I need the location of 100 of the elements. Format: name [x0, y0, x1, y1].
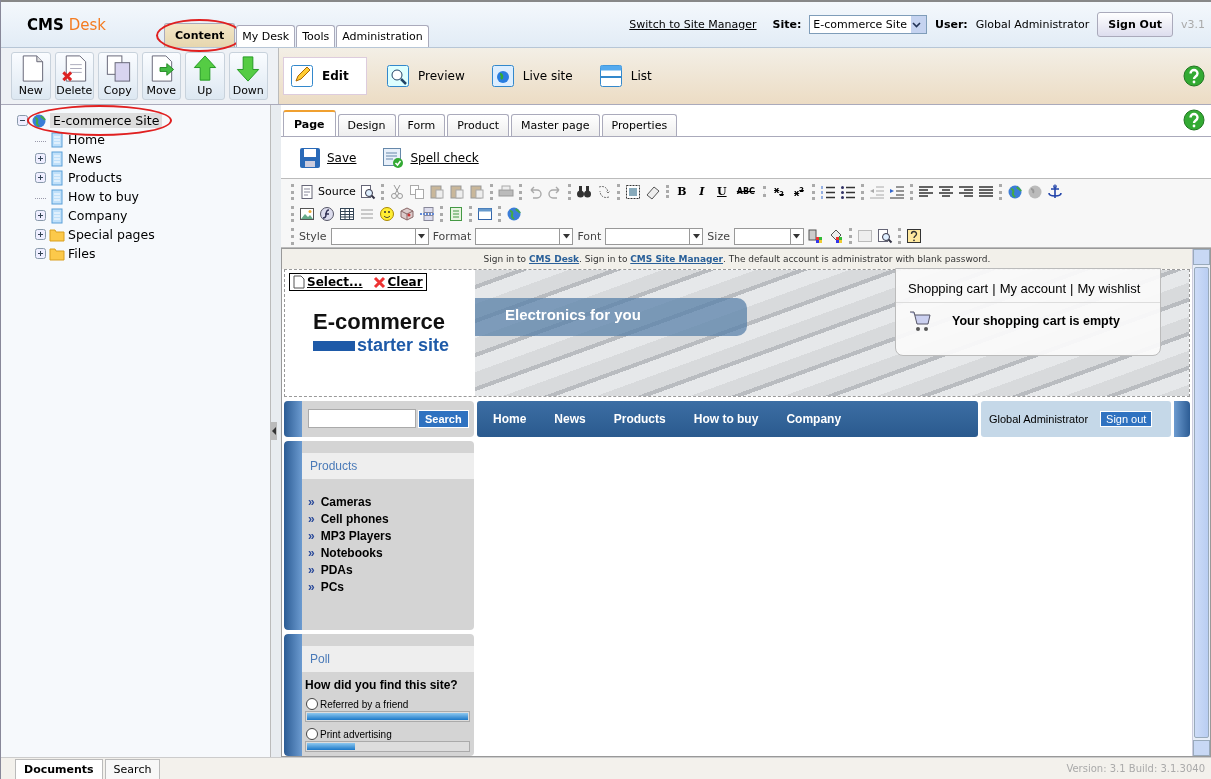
align-justify-icon[interactable] [977, 183, 994, 200]
select-field[interactable] [330, 227, 429, 245]
help-icon[interactable] [1183, 65, 1205, 87]
expand-icon[interactable] [35, 229, 46, 240]
menu-item[interactable]: Home [493, 411, 527, 426]
page-tab[interactable]: Form [397, 114, 446, 136]
nav-tab[interactable]: Content [164, 23, 236, 47]
tree-item[interactable]: News [68, 151, 102, 166]
anchor-icon[interactable] [1046, 183, 1063, 200]
binoculars-icon[interactable] [575, 183, 592, 200]
page-tab[interactable]: Page [283, 110, 336, 136]
nav-tab[interactable]: Administration [336, 25, 429, 47]
template-icon[interactable] [448, 206, 464, 222]
panel-tab[interactable]: Documents [15, 759, 103, 779]
format-button[interactable]: B [673, 185, 690, 199]
view-button[interactable]: List [591, 57, 659, 95]
notice-link[interactable]: CMS Site Manager [630, 254, 724, 264]
toolbar-button[interactable]: Delete [54, 52, 94, 100]
menu-item[interactable]: Products [613, 411, 666, 426]
sign-out-button[interactable]: Sign Out [1097, 12, 1173, 37]
product-link[interactable]: PCs [320, 580, 345, 594]
smiley-icon[interactable] [379, 206, 395, 222]
toolbar-button[interactable]: Down [228, 52, 268, 100]
table-icon[interactable] [339, 206, 355, 222]
cart-link[interactable]: My account [999, 281, 1067, 296]
help-icon[interactable] [1183, 109, 1205, 131]
window-icon[interactable] [477, 206, 493, 222]
panel-tab[interactable]: Search [104, 759, 161, 779]
align-left-icon[interactable] [917, 183, 934, 200]
tree-item[interactable]: Company [68, 208, 128, 223]
menu-item[interactable]: How to buy [693, 411, 759, 426]
select-field[interactable] [475, 227, 574, 245]
tree-item[interactable]: Products [68, 170, 122, 185]
view-button[interactable]: Edit [283, 57, 367, 95]
collapse-icon[interactable] [17, 115, 28, 126]
source-button[interactable]: Source [299, 183, 356, 200]
select-field[interactable] [605, 227, 704, 245]
list-ordered-icon[interactable] [819, 183, 836, 200]
list-bullet-icon[interactable] [839, 183, 856, 200]
page-tab[interactable]: Master page [511, 114, 600, 136]
align-center-icon[interactable] [937, 183, 954, 200]
magnifier-doc-icon[interactable] [359, 183, 376, 200]
toolbar-button[interactable]: Copy [98, 52, 138, 100]
menu-item[interactable]: Company [786, 411, 842, 426]
palette-icon[interactable] [807, 228, 824, 245]
align-right-icon[interactable] [957, 183, 974, 200]
search-field[interactable] [308, 409, 416, 429]
flash-icon[interactable] [319, 206, 335, 222]
tree-item[interactable]: Special pages [68, 227, 155, 242]
toolbar-button[interactable]: Up [185, 52, 225, 100]
radio-button[interactable] [306, 698, 318, 710]
select-all-icon[interactable] [624, 183, 641, 200]
expand-icon[interactable] [35, 248, 46, 259]
toolbar-button[interactable]: New [11, 52, 51, 100]
nav-tab[interactable]: Tools [296, 25, 336, 47]
page-tab[interactable]: Properties [601, 114, 678, 136]
product-link[interactable]: PDAs [320, 563, 353, 577]
search-button[interactable]: Search [418, 409, 469, 428]
indent-icon[interactable] [888, 183, 905, 200]
nav-tab[interactable]: My Desk [236, 25, 296, 47]
toolbar-button[interactable]: Move [141, 52, 181, 100]
cart-link[interactable]: My wishlist [1077, 281, 1141, 296]
expand-icon[interactable] [35, 172, 46, 183]
image-icon[interactable] [299, 206, 315, 222]
select-button[interactable]: Select... [293, 275, 363, 289]
format-button[interactable]: U [713, 185, 730, 199]
view-button[interactable]: Live site [483, 57, 580, 95]
clear-button[interactable]: Clear [372, 275, 423, 289]
format-button[interactable]: x$_{2}$ [770, 185, 787, 198]
radio-button[interactable] [306, 728, 318, 740]
cube-icon[interactable] [399, 206, 415, 222]
expand-icon[interactable] [35, 153, 46, 164]
product-link[interactable]: Notebooks [320, 546, 383, 560]
site-dropdown[interactable]: E-commerce Site [809, 15, 927, 34]
tree-item[interactable]: Home [68, 132, 105, 147]
save-button[interactable]: Save [293, 145, 363, 170]
menu-item[interactable]: News [554, 411, 586, 426]
tree-item[interactable]: E-commerce Site [50, 113, 163, 128]
expand-icon[interactable] [35, 210, 46, 221]
page-tab[interactable]: Product [447, 114, 509, 136]
switch-link[interactable]: Switch to Site Manager [629, 18, 757, 31]
cart-link[interactable]: Shopping cart [908, 281, 989, 296]
sign-out-button[interactable]: Sign out [1100, 410, 1153, 427]
product-link[interactable]: MP3 Players [320, 529, 392, 543]
tree-item[interactable]: How to buy [68, 189, 140, 204]
spell-check-button[interactable]: Spell check [376, 145, 485, 170]
scrollbar[interactable] [1192, 249, 1210, 756]
format-button[interactable]: I [693, 185, 710, 199]
collapse-handle-icon[interactable] [271, 422, 277, 440]
view-button[interactable]: Preview [379, 57, 472, 95]
product-link[interactable]: Cameras [320, 495, 372, 509]
tree-item[interactable]: Files [68, 246, 96, 261]
format-button[interactable]: x$^{2}$ [790, 185, 807, 198]
page-tab[interactable]: Design [337, 114, 396, 136]
format-button[interactable]: ABC [733, 187, 758, 197]
help-icon[interactable] [905, 228, 922, 245]
select-field[interactable] [733, 227, 804, 245]
globe-icon[interactable] [506, 206, 522, 222]
magnifier-doc-icon[interactable] [876, 228, 893, 245]
product-link[interactable]: Cell phones [320, 512, 389, 526]
